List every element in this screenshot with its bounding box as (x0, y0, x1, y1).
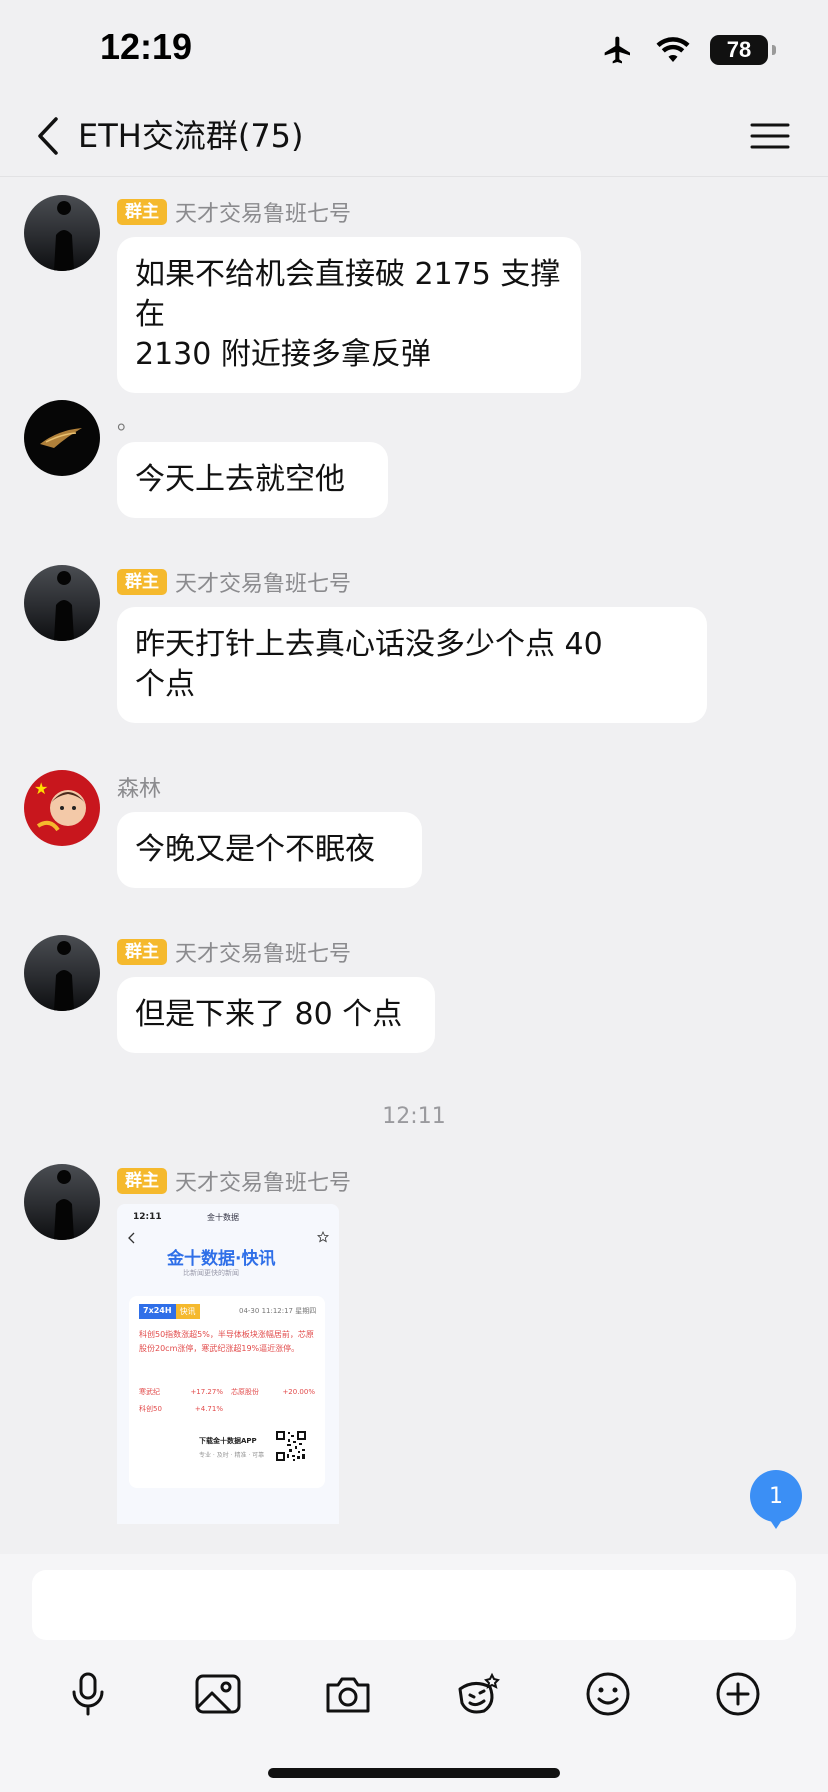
message-line: 今天上去就空他 (135, 462, 345, 497)
voice-button[interactable] (60, 1666, 116, 1722)
message-line: 但是下来了 80 个点 (135, 997, 403, 1032)
message-bubble[interactable]: 但是下来了 80 个点 (117, 977, 435, 1053)
wifi-icon (656, 37, 690, 62)
message-bubble[interactable]: 今晚又是个不眠夜 (117, 812, 422, 888)
status-time: 12:19 (100, 26, 193, 67)
sender-name: 。 (117, 410, 140, 435)
shot-date: 04-30 11:12:17 星期四 (239, 1307, 317, 1315)
star-icon (317, 1231, 329, 1243)
sender-name: 天才交易鲁班七号 (175, 942, 352, 967)
plus-icon (716, 1672, 760, 1716)
message-line: 个点 (135, 667, 195, 702)
sender-name: 天才交易鲁班七号 (175, 202, 352, 227)
shot-status-title: 金十数据 (207, 1213, 239, 1222)
input-toolbar (0, 1666, 828, 1726)
unread-count-badge[interactable]: 1 (750, 1470, 802, 1529)
sender-name: 天才交易鲁班七号 (175, 572, 352, 597)
status-icons: 78 (600, 30, 776, 70)
shot-stock-value: +4.71% (194, 1405, 223, 1413)
shot-tag: 7x24H (139, 1304, 176, 1319)
microphone-icon (72, 1672, 104, 1716)
owner-badge: 群主 (117, 939, 167, 965)
sender-meta: 森林 (117, 772, 161, 802)
message-line: 今晚又是个不眠夜 (135, 832, 375, 867)
shot-tagline: 比新闻更快的新闻 (183, 1269, 239, 1277)
input-area (0, 1554, 828, 1792)
airplane-icon (604, 36, 630, 64)
menu-button[interactable] (748, 116, 792, 156)
shot-status-time: 12:11 (133, 1212, 162, 1222)
owner-badge: 群主 (117, 1168, 167, 1194)
message-line: 如果不给机会直接破 2175 支撑 在 (135, 257, 561, 332)
avatar[interactable] (24, 565, 100, 641)
timestamp: 12:11 (382, 1104, 446, 1129)
sender-meta: 群主 天才交易鲁班七号 (117, 197, 351, 227)
shot-download: 下载金十数据APP (199, 1437, 257, 1445)
message-bubble[interactable]: 如果不给机会直接破 2175 支撑 在 2130 附近接多拿反弹 (117, 237, 581, 393)
avatar[interactable]: ★ (24, 770, 100, 846)
home-indicator (268, 1768, 560, 1778)
shot-download-sub: 专业 · 及时 · 精准 · 可靠 (199, 1452, 265, 1459)
page-title: ETH交流群(75) (78, 117, 304, 155)
image-button[interactable] (190, 1666, 246, 1722)
emoji-icon (586, 1672, 630, 1716)
shot-stock-name: 科创50 (139, 1405, 162, 1413)
sender-meta: 群主 天才交易鲁班七号 (117, 937, 351, 967)
shot-logo: 金十数据·快讯 (167, 1249, 276, 1269)
avatar[interactable] (24, 400, 100, 476)
shot-tags: 7x24H 快讯 (139, 1304, 200, 1319)
avatar[interactable] (24, 935, 100, 1011)
back-button[interactable] (28, 112, 68, 160)
message-bubble[interactable]: 今天上去就空他 (117, 442, 388, 518)
shot-tag: 快讯 (175, 1304, 200, 1319)
sender-meta: 群主 天才交易鲁班七号 (117, 567, 351, 597)
message-line: 昨天打针上去真心话没多少个点 40 (135, 627, 603, 662)
shot-stock-name: 芯原股份 (231, 1388, 259, 1396)
more-button[interactable] (710, 1666, 766, 1722)
shot-text: 科创50指数涨超5%，半导体板块涨幅居前，芯原股份20cm涨停，寒武纪涨超19%… (139, 1330, 314, 1353)
hamburger-icon (750, 123, 790, 149)
shot-stock-name: 寒武纪 (139, 1388, 160, 1396)
camera-icon (326, 1677, 370, 1713)
shot-stock-value: +17.27% (190, 1388, 223, 1396)
sender-meta: 群主 天才交易鲁班七号 (117, 1166, 351, 1196)
avatar[interactable] (24, 195, 100, 271)
status-bar: 12:19 78 (0, 0, 828, 96)
svg-text:★: ★ (34, 779, 48, 798)
shot-stock-value: +20.00% (282, 1388, 315, 1396)
sticker-icon (458, 1672, 500, 1714)
avatar[interactable] (24, 1164, 100, 1240)
sender-name: 森林 (117, 777, 162, 802)
owner-badge: 群主 (117, 569, 167, 595)
camera-button[interactable] (320, 1666, 376, 1722)
message-line: 2130 附近接多拿反弹 (135, 337, 431, 372)
chevron-left-icon (38, 117, 58, 155)
sender-name: 天才交易鲁班七号 (175, 1171, 352, 1196)
owner-badge: 群主 (117, 199, 167, 225)
message-bubble[interactable]: 昨天打针上去真心话没多少个点 40 个点 (117, 607, 707, 723)
image-attachment[interactable]: 12:11 金十数据 金十数据·快讯 比新闻更快的新闻 7x24H 快讯 04-… (117, 1204, 339, 1524)
chevron-left-icon (128, 1232, 135, 1244)
message-input[interactable] (32, 1570, 796, 1640)
chat-list[interactable]: 群主 天才交易鲁班七号 如果不给机会直接破 2175 支撑 在 2130 附近接… (0, 177, 828, 1554)
nav-bar: ETH交流群(75) (0, 96, 828, 177)
qr-code-icon (275, 1430, 307, 1462)
emoji-button[interactable] (580, 1666, 636, 1722)
sticker-button[interactable] (450, 1666, 506, 1722)
image-icon (195, 1674, 241, 1714)
shot-news-card: 7x24H 快讯 04-30 11:12:17 星期四 科创50指数涨超5%，半… (129, 1296, 325, 1488)
battery-indicator: 78 (710, 35, 776, 65)
